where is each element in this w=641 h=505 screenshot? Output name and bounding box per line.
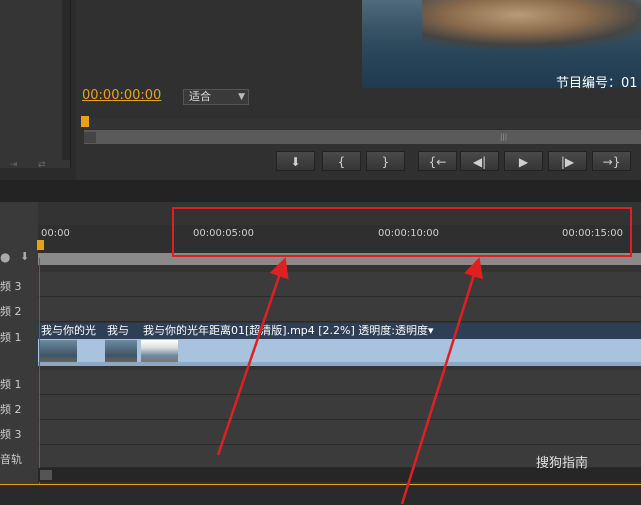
arrow-left: [216, 257, 289, 456]
annotation-arrows: [216, 257, 484, 504]
watermark-logo: 搜狗指南: [536, 456, 589, 471]
arrow-right: [400, 257, 484, 504]
